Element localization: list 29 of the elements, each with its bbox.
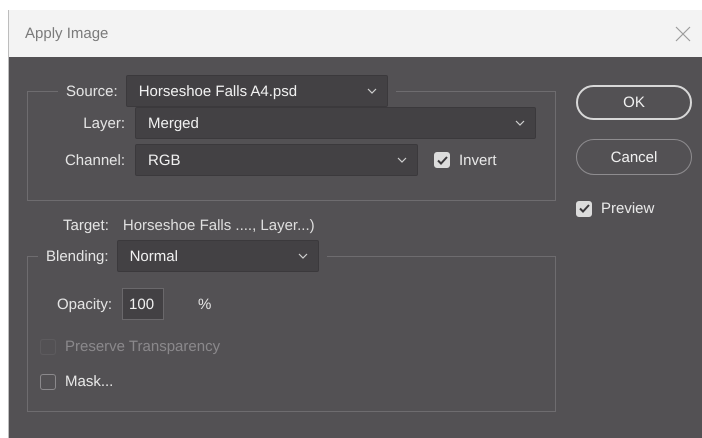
blending-select[interactable]: Normal [116, 240, 319, 272]
mask-checkbox[interactable] [40, 374, 56, 390]
source-label: Source: [66, 82, 118, 100]
blending-label: Blending: [46, 248, 109, 264]
window-title: Apply Image [25, 25, 108, 42]
percent-label: % [198, 296, 212, 312]
checkbox-label: Preview [601, 200, 654, 217]
caret-icon [515, 120, 525, 126]
source-select[interactable]: Horseshoe Falls A4.psd [126, 75, 388, 107]
check-icon [578, 204, 590, 213]
check-icon [436, 156, 448, 164]
channel-select[interactable]: RGB [135, 144, 418, 176]
checkbox-label: Mask... [65, 373, 114, 390]
close-icon[interactable] [675, 26, 691, 42]
layer-label: Layer: [82, 114, 125, 132]
channel-label: Channel: [64, 152, 125, 168]
caret-icon [298, 253, 308, 259]
target-label: Target: [63, 217, 109, 234]
checkbox-label: Invert [459, 152, 497, 168]
target-value: Horseshoe Falls ...., Layer...) [122, 217, 315, 234]
cancel-button[interactable]: Cancel [576, 139, 692, 175]
ok-button[interactable]: OK [576, 85, 692, 120]
caret-icon [366, 88, 377, 94]
opacity-field[interactable]: 100 [122, 288, 164, 320]
caret-icon [397, 157, 407, 163]
opacity-label: Opacity: [57, 296, 112, 312]
preview-checkbox[interactable] [576, 200, 592, 216]
invert-checkbox[interactable] [434, 152, 450, 168]
layer-select[interactable]: Merged [135, 107, 536, 139]
